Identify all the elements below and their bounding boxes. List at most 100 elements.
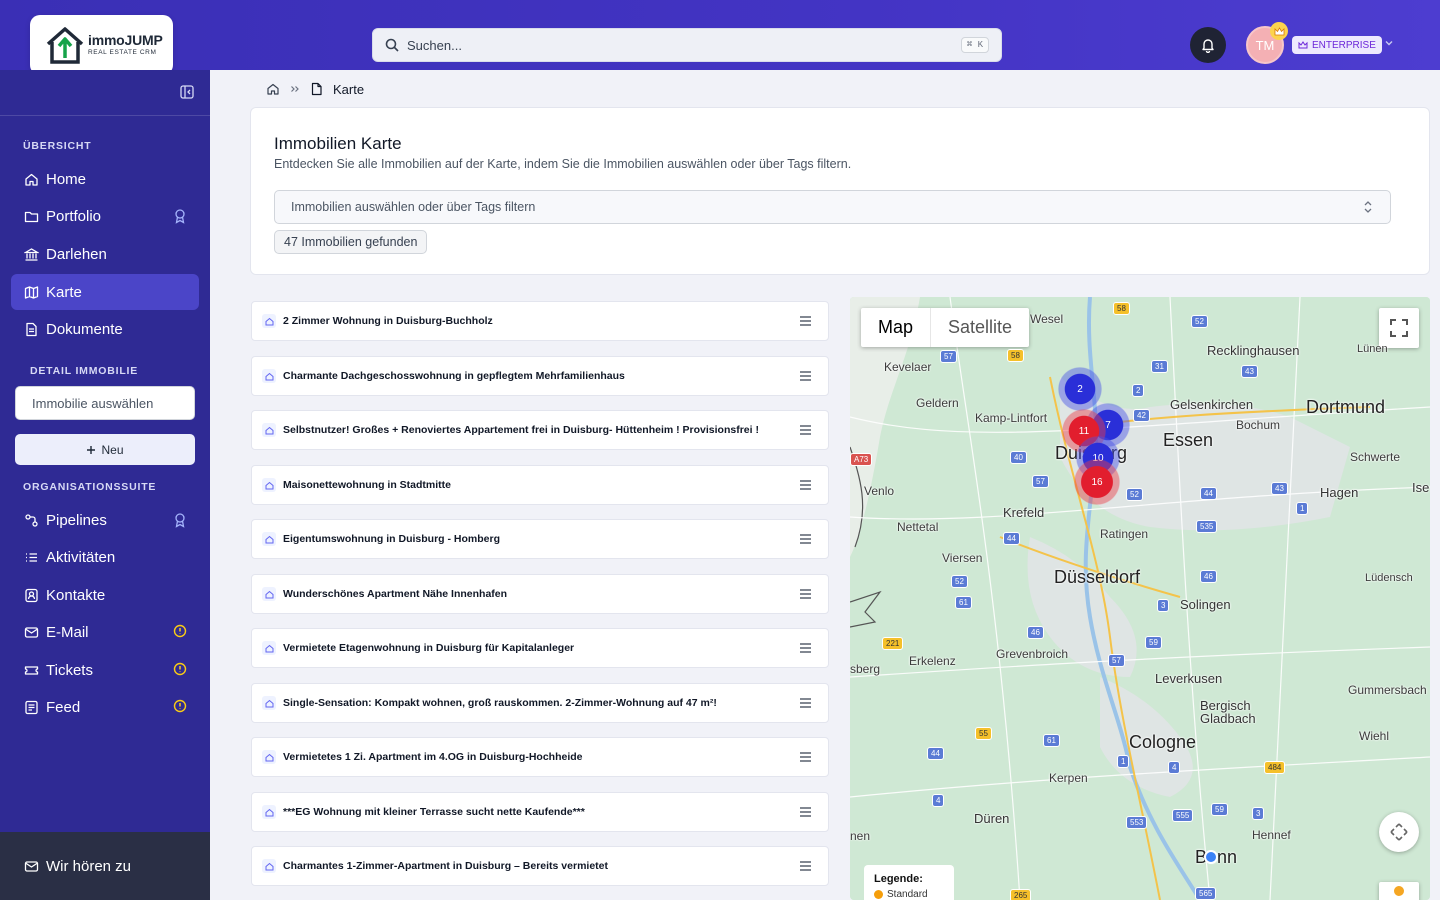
property-list-item[interactable]: Wunderschönes Apartment Nähe Innenhafen bbox=[251, 574, 829, 614]
road-shield: 55 bbox=[975, 727, 992, 740]
sidebar-item-email[interactable]: E-Mail bbox=[11, 614, 199, 650]
menu-icon[interactable] bbox=[799, 807, 812, 817]
notifications-button[interactable] bbox=[1190, 27, 1226, 63]
home-icon bbox=[23, 171, 39, 187]
sidebar-footer: Wir hören zu bbox=[0, 832, 210, 900]
property-list-item[interactable]: Charmantes 1-Zimmer-Apartment in Duisbur… bbox=[251, 846, 829, 886]
sidebar-item-darlehen[interactable]: Darlehen bbox=[11, 236, 199, 272]
road-shield: 484 bbox=[1264, 761, 1286, 774]
road-shield: 59 bbox=[1145, 636, 1162, 649]
road-shield: 58 bbox=[1007, 349, 1024, 362]
property-map[interactable]: Map Satellite Wesel Recklinghausen Lünen… bbox=[850, 297, 1430, 900]
road-shield: 553 bbox=[1126, 816, 1148, 829]
map-type-tabs: Map Satellite bbox=[861, 308, 1030, 347]
road-shield: 52 bbox=[1191, 315, 1208, 328]
pipeline-icon bbox=[23, 512, 39, 528]
menu-icon[interactable] bbox=[799, 316, 812, 326]
menu-icon[interactable] bbox=[799, 480, 812, 490]
sidebar-item-aktivitaeten[interactable]: Aktivitäten bbox=[11, 539, 199, 575]
home-icon bbox=[262, 587, 276, 601]
property-list-item[interactable]: 2 Zimmer Wohnung in Duisburg-Buchholz bbox=[251, 301, 829, 341]
property-select[interactable]: Immobilie auswählen bbox=[15, 386, 195, 420]
map-pan-control[interactable] bbox=[1379, 812, 1419, 852]
map-place-label: Lüdensch bbox=[1365, 572, 1413, 584]
map-place-label: Gelsenkirchen bbox=[1170, 397, 1254, 412]
map-tab-map[interactable]: Map bbox=[861, 308, 932, 347]
menu-icon[interactable] bbox=[799, 643, 812, 653]
property-title: ***EG Wohnung mit kleiner Terrasse sucht… bbox=[283, 806, 585, 818]
home-icon bbox=[262, 696, 276, 710]
property-list-item[interactable]: Eigentumswohnung in Duisburg - Homberg bbox=[251, 519, 829, 559]
map-place-label: sberg bbox=[850, 662, 881, 676]
sidebar-item-label: Dokumente bbox=[46, 320, 123, 338]
property-list-item[interactable]: Vermietetes 1 Zi. Apartment im 4.OG in D… bbox=[251, 737, 829, 777]
road-shield: 555 bbox=[1172, 809, 1194, 822]
property-list-item[interactable]: ***EG Wohnung mit kleiner Terrasse sucht… bbox=[251, 792, 829, 832]
property-list-item[interactable]: Single-Sensation: Kompakt wohnen, groß r… bbox=[251, 683, 829, 723]
sidebar-item-pipelines[interactable]: Pipelines bbox=[11, 502, 199, 538]
map-place-label: Gummersbach bbox=[1348, 683, 1427, 697]
mail-icon bbox=[23, 858, 39, 874]
search-bar[interactable]: Suchen... ⌘ K bbox=[372, 28, 1002, 62]
chevron-down-icon[interactable] bbox=[1384, 38, 1394, 48]
sidebar-item-home[interactable]: Home bbox=[11, 161, 199, 197]
road-shield: 2 bbox=[1132, 384, 1145, 397]
street-view-button[interactable] bbox=[1379, 882, 1419, 900]
home-icon bbox=[262, 423, 276, 437]
map-place-label: Kevelaer bbox=[884, 360, 932, 374]
road-shield: 61 bbox=[1043, 734, 1060, 747]
legend-item: Standard bbox=[887, 889, 928, 900]
home-icon[interactable] bbox=[266, 82, 280, 96]
property-list-item[interactable]: Vermietete Etagenwohnung in Duisburg für… bbox=[251, 628, 829, 668]
road-shield: 58 bbox=[1113, 302, 1130, 315]
property-list-item[interactable]: Selbstnutzer! Großes + Renoviertes Appar… bbox=[251, 410, 829, 450]
map-location-pin[interactable] bbox=[1204, 850, 1218, 864]
property-list-item[interactable]: Charmante Dachgeschosswohnung in gepfleg… bbox=[251, 356, 829, 396]
road-shield: 43 bbox=[1271, 482, 1288, 495]
map-icon bbox=[23, 284, 39, 300]
menu-icon[interactable] bbox=[799, 698, 812, 708]
map-tab-satellite[interactable]: Satellite bbox=[931, 308, 1029, 347]
sidebar-item-feed[interactable]: Feed bbox=[11, 689, 199, 725]
property-filter-select[interactable]: Immobilien auswählen oder über Tags filt… bbox=[274, 190, 1391, 224]
map-place-label: Schwerte bbox=[1350, 450, 1401, 464]
warning-icon bbox=[173, 624, 187, 638]
sidebar-item-dokumente[interactable]: Dokumente bbox=[11, 311, 199, 347]
search-shortcut: ⌘ K bbox=[960, 37, 989, 53]
sidebar-item-portfolio[interactable]: Portfolio bbox=[11, 198, 199, 234]
search-input[interactable]: Suchen... bbox=[407, 38, 961, 53]
map-cluster-marker[interactable]: 16 bbox=[1074, 459, 1120, 505]
new-property-button[interactable]: Neu bbox=[15, 434, 195, 465]
fullscreen-icon bbox=[1390, 319, 1408, 337]
menu-icon[interactable] bbox=[799, 861, 812, 871]
sidebar-item-karte[interactable]: Karte bbox=[11, 274, 199, 310]
feedback-button[interactable]: Wir hören zu bbox=[11, 848, 199, 884]
road-shield: 57 bbox=[1108, 654, 1125, 667]
collapse-sidebar-icon[interactable] bbox=[180, 85, 194, 99]
page-subtitle: Entdecken Sie alle Immobilien auf der Ka… bbox=[274, 157, 852, 171]
home-icon bbox=[262, 641, 276, 655]
map-cluster-marker[interactable]: 2 bbox=[1058, 367, 1102, 411]
road-shield: 57 bbox=[1032, 475, 1049, 488]
sidebar-item-kontakte[interactable]: Kontakte bbox=[11, 577, 199, 613]
property-list-item[interactable]: Maisonettewohnung in Stadtmitte bbox=[251, 465, 829, 505]
property-title: Single-Sensation: Kompakt wohnen, groß r… bbox=[283, 697, 717, 709]
logo[interactable]: immoJUMP REAL ESTATE CRM bbox=[30, 15, 173, 75]
sidebar-item-label: Darlehen bbox=[46, 245, 107, 263]
map-place-label: Ratingen bbox=[1100, 527, 1149, 541]
menu-icon[interactable] bbox=[799, 589, 812, 599]
crown-icon bbox=[1270, 22, 1288, 40]
sidebar-item-tickets[interactable]: Tickets bbox=[11, 652, 199, 688]
map-place-label: Wesel bbox=[1030, 312, 1064, 326]
top-bar: immoJUMP REAL ESTATE CRM Suchen... ⌘ K T… bbox=[0, 0, 1440, 75]
fullscreen-button[interactable] bbox=[1379, 308, 1419, 348]
map-place-label: Hennef bbox=[1252, 828, 1291, 842]
menu-icon[interactable] bbox=[799, 534, 812, 544]
road-shield: 42 bbox=[1133, 409, 1150, 422]
brand-tagline: REAL ESTATE CRM bbox=[88, 49, 157, 57]
menu-icon[interactable] bbox=[799, 425, 812, 435]
road-shield: 46 bbox=[1027, 626, 1044, 639]
sidebar-item-label: Feed bbox=[46, 698, 81, 716]
menu-icon[interactable] bbox=[799, 752, 812, 762]
menu-icon[interactable] bbox=[799, 371, 812, 381]
